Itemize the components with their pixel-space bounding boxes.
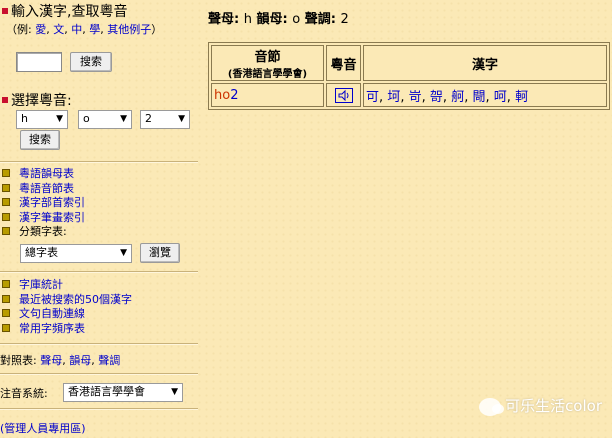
romanization-system: 注音系統: [0,387,48,400]
speaker-icon[interactable] [334,87,353,103]
initial-select[interactable]: h ▼ [16,110,68,129]
character-link[interactable]: 軻 [515,90,528,105]
character-link[interactable]: 哿 [430,90,443,105]
category-label: 分類字表: [19,225,67,238]
link-statistics[interactable]: 字庫統計 [19,278,63,291]
admin-link[interactable]: (管理人員專用區) [0,422,86,435]
divider [0,373,198,375]
character-link[interactable]: 可 [366,90,379,105]
bullet-icon [2,198,10,206]
category-select[interactable]: 總字表 ▼ [20,244,132,263]
divider [0,271,198,273]
compare-finals-link[interactable]: 韻母 [69,354,91,367]
hanzi-search-button[interactable]: 搜索 [70,52,112,72]
link-radical-index[interactable]: 漢字部首索引 [19,196,85,209]
link-frequency-table[interactable]: 常用字頻序表 [19,322,85,335]
dropdown-arrow-icon: ▼ [171,387,178,397]
result-table: 音節 (香港語言學學會) 粵音 漢字 ho2 可, 坷, 岢, 哿, 舸, 閜,… [208,42,610,110]
bullet-icon [2,212,10,221]
syllable-cell: ho2 [211,83,324,107]
select-sound-title: 選擇粵音: [2,90,72,110]
hanzi-lookup-title: 輸入漢字,查取粵音 [2,1,127,21]
bullet-icon [2,227,10,235]
red-square-icon [2,97,8,103]
bullet-icon [2,309,10,317]
sound-search-button[interactable]: 搜索 [20,130,60,150]
example-link[interactable]: 中 [71,23,82,36]
main-content: 聲母: h 韻母: o 聲調: 2 音節 (香港語言學學會) 粵音 漢字 ho2 [202,0,612,438]
stats-links: 字庫統計 最近被搜索的50個漢字 文句自動連線 常用字頻序表 [2,278,132,336]
compare-tones-link[interactable]: 聲調 [98,354,120,367]
character-link[interactable]: 舸 [451,90,464,105]
example-link[interactable]: 學 [89,23,100,36]
divider [0,343,198,345]
audio-cell [326,83,361,107]
link-syllable-table[interactable]: 粵語音節表 [19,182,74,195]
red-square-icon [2,8,8,14]
dropdown-arrow-icon: ▼ [56,114,63,124]
link-stroke-index[interactable]: 漢字筆畫索引 [19,211,85,224]
list-item: 粵語音節表 [2,182,85,197]
dropdown-arrow-icon: ▼ [120,248,127,258]
syllable-header: 音節 (香港語言學學會) [211,45,324,81]
romanization-select[interactable]: 香港語言學學會 ▼ [63,383,183,402]
list-item: 最近被搜索的50個漢字 [2,293,132,308]
bullet-icon [2,280,10,288]
reference-links: 粵語韻母表 粵語音節表 漢字部首索引 漢字筆畫索引 分類字表: [2,167,85,240]
tone-select[interactable]: 2 ▼ [140,110,190,129]
dropdown-arrow-icon: ▼ [120,114,127,124]
bullet-icon [2,169,10,177]
character-link[interactable]: 閜 [472,90,485,105]
divider [0,408,198,410]
link-recent-searches[interactable]: 最近被搜索的50個漢字 [19,293,132,306]
example-link[interactable]: 愛 [35,23,46,36]
sound-info: 聲母: h 韻母: o 聲調: 2 [208,12,349,27]
bullet-icon [2,323,10,332]
list-item: 漢字筆畫索引 [2,211,85,226]
comparison-tables: 對照表: 聲母, 韻母, 聲調 [0,354,121,367]
example-link-other[interactable]: 其他例子 [107,23,151,36]
character-link[interactable]: 岢 [409,90,422,105]
list-item: 文句自動連線 [2,307,132,322]
audio-header: 粵音 [326,45,361,81]
admin-area: (管理人員專用區) [0,420,86,436]
link-auto-link[interactable]: 文句自動連線 [19,307,85,320]
wechat-logo-icon [479,397,505,416]
dropdown-arrow-icon: ▼ [178,114,185,124]
divider [0,161,198,163]
list-item: 粵語韻母表 [2,167,85,182]
list-item: 漢字部首索引 [2,196,85,211]
character-link[interactable]: 呵 [494,90,507,105]
table-row: ho2 可, 坷, 岢, 哿, 舸, 閜, 呵, 軻 [211,83,607,107]
browse-button[interactable]: 瀏覽 [140,243,180,263]
character-link[interactable]: 坷 [387,90,400,105]
characters-cell: 可, 坷, 岢, 哿, 舸, 閜, 呵, 軻 [363,83,607,107]
watermark: 可乐生活color [479,395,602,416]
bullet-icon [2,183,10,192]
sidebar: 輸入漢字,查取粵音 （例: 愛, 文, 中, 學, 其他例子） 搜索 選擇粵音:… [0,0,198,438]
example-link[interactable]: 文 [53,23,64,36]
final-select[interactable]: o ▼ [78,110,132,129]
list-item: 字庫統計 [2,278,132,293]
compare-initials-link[interactable]: 聲母 [40,354,62,367]
list-item: 分類字表: [2,225,85,240]
link-finals-table[interactable]: 粵語韻母表 [19,167,74,180]
list-item: 常用字頻序表 [2,322,132,337]
example-line: （例: 愛, 文, 中, 學, 其他例子） [6,23,163,36]
characters-header: 漢字 [363,45,607,81]
bullet-icon [2,294,10,303]
hanzi-search-input[interactable] [16,52,62,72]
